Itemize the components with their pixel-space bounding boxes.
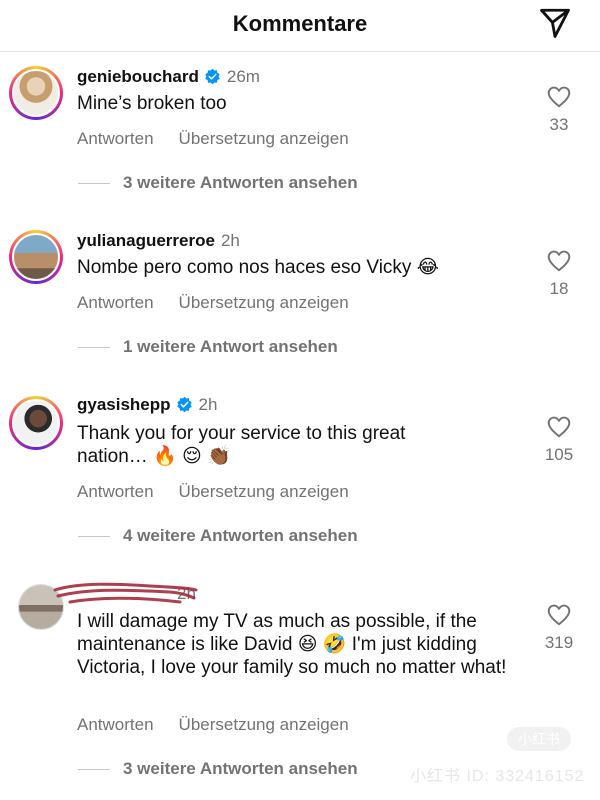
comment-text: Mine’s broken too: [77, 93, 227, 114]
heart-icon[interactable]: [546, 248, 572, 274]
view-replies-button[interactable]: 4 weitere Antworten ansehen: [78, 526, 358, 546]
comment-text: Nombe pero como nos haces eso Vicky 😂: [77, 257, 439, 278]
reply-button[interactable]: Antworten: [77, 482, 154, 501]
view-replies-button[interactable]: 3 weitere Antworten ansehen: [78, 173, 358, 193]
like-area: 105: [536, 414, 582, 465]
like-count: 18: [549, 279, 569, 298]
view-replies-label: 1 weitere Antwort ansehen: [123, 337, 338, 356]
comment-actions: Antworten Übersetzung anzeigen: [77, 482, 349, 502]
avatar[interactable]: [9, 230, 63, 284]
replies-divider: [78, 347, 110, 349]
paper-plane-icon[interactable]: [538, 6, 572, 40]
view-replies-label: 3 weitere Antworten ansehen: [123, 759, 358, 778]
view-replies-button[interactable]: 1 weitere Antwort ansehen: [78, 337, 338, 357]
like-area: 33: [536, 84, 582, 135]
avatar[interactable]: [9, 66, 63, 120]
comment-text: Thank you for your service to this great…: [77, 423, 406, 467]
translate-button[interactable]: Übersetzung anzeigen: [179, 129, 349, 148]
heart-icon[interactable]: [546, 602, 572, 628]
watermark-text: 小红书 ID: 332416152: [410, 768, 585, 785]
watermark-badge: 小红书: [507, 727, 571, 751]
view-replies-label: 4 weitere Antworten ansehen: [123, 526, 358, 545]
heart-icon[interactable]: [546, 84, 572, 110]
comment-actions: Antworten Übersetzung anzeigen: [77, 715, 349, 735]
comment-item: geniebouchard 26m Mine’s broken too Antwo…: [0, 60, 600, 210]
header-bar: Kommentare: [0, 0, 600, 52]
like-area: 18: [536, 248, 582, 299]
like-count: 33: [549, 115, 569, 134]
comment-item: 2h I will damage my TV as much as possib…: [0, 578, 600, 783]
replies-divider: [78, 536, 110, 538]
like-count: 105: [544, 445, 574, 464]
comment-actions: Antworten Übersetzung anzeigen: [77, 293, 349, 313]
reply-button[interactable]: Antworten: [77, 715, 154, 734]
reply-button[interactable]: Antworten: [77, 293, 154, 312]
comment-meta: gyasishepp 2h: [77, 395, 217, 415]
like-count: 319: [544, 633, 574, 652]
redaction-scribble: [53, 582, 198, 604]
verified-badge-icon: [176, 396, 192, 413]
avatar[interactable]: [9, 396, 63, 450]
comment-time: 2h: [198, 395, 218, 414]
username[interactable]: gyasishepp: [77, 395, 171, 414]
replies-divider: [78, 183, 110, 185]
comment-item: gyasishepp 2h Thank you for your service …: [0, 390, 600, 560]
replies-divider: [78, 769, 110, 771]
heart-icon[interactable]: [546, 414, 572, 440]
page-title: Kommentare: [232, 11, 368, 36]
view-replies-label: 3 weitere Antworten ansehen: [123, 173, 358, 192]
comment-meta: geniebouchard 26m: [77, 67, 260, 87]
verified-badge-icon: [205, 68, 220, 85]
comment-time: 2h: [220, 231, 240, 250]
comment-time: 26m: [226, 67, 260, 86]
username[interactable]: yulianaguerreroe: [77, 231, 215, 250]
comment-meta: yulianaguerreroe 2h: [77, 231, 240, 251]
view-replies-button[interactable]: 3 weitere Antworten ansehen: [78, 759, 358, 779]
translate-button[interactable]: Übersetzung anzeigen: [179, 293, 349, 312]
comment-item: yulianaguerreroe 2h Nombe pero como nos h…: [0, 224, 600, 374]
like-area: 319: [536, 602, 582, 653]
reply-button[interactable]: Antworten: [77, 129, 154, 148]
translate-button[interactable]: Übersetzung anzeigen: [179, 715, 349, 734]
translate-button[interactable]: Übersetzung anzeigen: [179, 482, 349, 501]
username[interactable]: geniebouchard: [77, 67, 199, 86]
comment-actions: Antworten Übersetzung anzeigen: [77, 129, 349, 149]
comment-text: I will damage my TV as much as possible,…: [77, 611, 507, 678]
